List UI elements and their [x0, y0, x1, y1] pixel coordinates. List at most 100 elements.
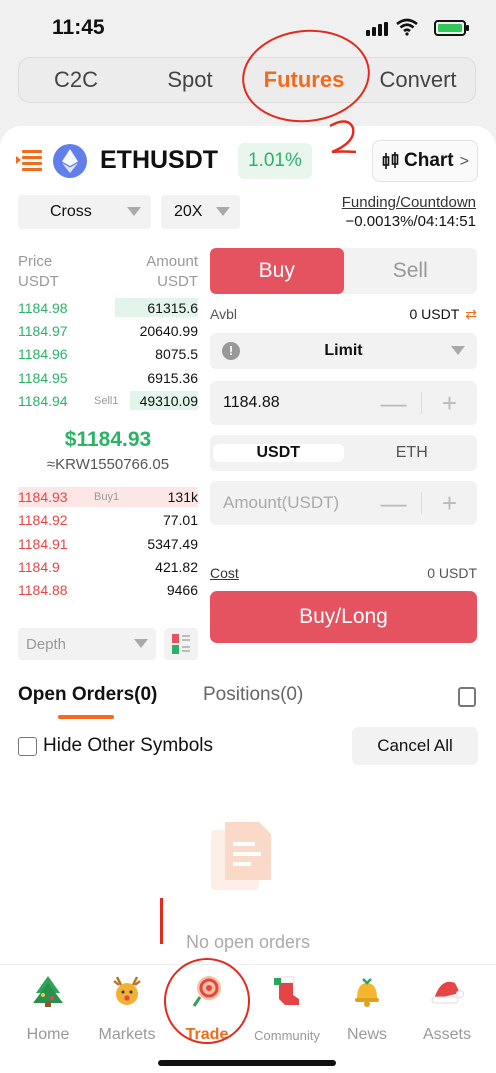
- nav-community[interactable]: Community: [247, 973, 327, 1043]
- amount-input[interactable]: Amount(USDT) — +: [210, 481, 477, 525]
- news-bell-icon: [355, 978, 379, 1007]
- signal-icon: [366, 22, 388, 36]
- buy-amount: 9466: [166, 582, 198, 599]
- cost-label[interactable]: Cost: [210, 565, 239, 581]
- transfer-icon[interactable]: ⇄: [465, 306, 477, 322]
- bottom-nav: Home Markets Trade Community News Assets: [0, 964, 496, 1073]
- funding-value: −0.0013%/04:14:51: [345, 213, 476, 230]
- buy-price: 1184.92: [18, 512, 68, 529]
- tab-open-orders[interactable]: Open Orders(0): [18, 684, 157, 706]
- leverage-value: 20X: [174, 203, 203, 220]
- nav-home[interactable]: Home: [8, 973, 88, 1044]
- buy-row[interactable]: 1184.9 421.82: [18, 555, 198, 578]
- annotation-number-2: [329, 120, 357, 154]
- hide-symbols-label[interactable]: Hide Other Symbols: [43, 735, 213, 757]
- buy-row[interactable]: 1184.93 Buy1 131k: [18, 485, 198, 508]
- nav-home-label: Home: [26, 1026, 70, 1043]
- unit-eth[interactable]: ETH: [347, 444, 478, 462]
- buy-price: 1184.88: [18, 582, 68, 599]
- buy-row[interactable]: 1184.91 5347.49: [18, 532, 198, 555]
- buy-amount: 5347.49: [147, 535, 198, 552]
- last-price: $1184.93: [64, 428, 152, 452]
- amount-increment-button[interactable]: +: [422, 488, 477, 519]
- amount-header: Amount USDT: [146, 253, 198, 290]
- buy-price: 1184.93: [18, 489, 68, 506]
- status-time: 11:45: [52, 16, 105, 39]
- price-decrement-button[interactable]: —: [366, 388, 421, 419]
- assets-santa-hat-icon: [431, 981, 464, 1004]
- sell-price: 1184.94: [18, 392, 68, 409]
- pair-symbol[interactable]: ETHUSDT: [100, 146, 218, 175]
- chart-button[interactable]: Chart >: [372, 140, 478, 182]
- sell-price: 1184.96: [18, 346, 68, 363]
- buy-amount: 131k: [167, 489, 198, 506]
- nav-markets[interactable]: Markets: [87, 973, 167, 1044]
- annotation-number-1: [160, 898, 163, 944]
- cost-value: 0 USDT: [427, 565, 477, 581]
- amount-decrement-button[interactable]: —: [366, 488, 421, 519]
- tab-convert[interactable]: Convert: [361, 58, 475, 102]
- info-icon[interactable]: !: [222, 342, 240, 360]
- last-price-block: $1184.93 ≈KRW1550766.05: [18, 412, 198, 485]
- menu-expand-icon[interactable]: [16, 148, 42, 172]
- amount-placeholder: Amount(USDT): [223, 493, 340, 512]
- buy-price: 1184.9: [18, 559, 60, 576]
- markets-reindeer-icon: [113, 976, 141, 1005]
- price-increment-button[interactable]: +: [422, 388, 477, 419]
- sell-price: 1184.95: [18, 369, 68, 386]
- hide-symbols-row: Hide Other Symbols Cancel All: [18, 727, 478, 767]
- sell-row[interactable]: 1184.97 20640.99: [18, 319, 198, 342]
- buy-row[interactable]: 1184.88 9466: [18, 579, 198, 602]
- battery-icon: [434, 20, 469, 36]
- tab-spot[interactable]: Spot: [133, 58, 247, 102]
- nav-community-label: Community: [254, 1028, 320, 1043]
- price-header: Price USDT: [18, 253, 59, 290]
- nav-news[interactable]: News: [327, 973, 407, 1044]
- price-change-badge: 1.01%: [238, 143, 312, 179]
- sell-level-tag: Sell1: [94, 394, 119, 407]
- cancel-all-button[interactable]: Cancel All: [352, 727, 478, 765]
- buy-tab[interactable]: Buy: [210, 248, 344, 294]
- buy-row[interactable]: 1184.92 77.01: [18, 509, 198, 532]
- ethereum-icon: [53, 144, 87, 178]
- sell-amount: 20640.99: [139, 322, 198, 339]
- sell-tab[interactable]: Sell: [344, 248, 478, 294]
- caret-down-icon: [127, 207, 141, 216]
- caret-down-icon: [216, 207, 230, 216]
- nav-assets-label: Assets: [422, 1026, 471, 1043]
- book-layout-icon[interactable]: [164, 628, 198, 660]
- candlestick-icon: [382, 152, 399, 169]
- sell-price: 1184.98: [18, 299, 68, 316]
- funding-countdown[interactable]: Funding/Countdown −0.0013%/04:14:51: [342, 194, 476, 230]
- tab-positions[interactable]: Positions(0): [203, 684, 303, 706]
- nav-news-label: News: [346, 1026, 387, 1043]
- annotation-circle-trade: [164, 958, 250, 1044]
- nav-assets[interactable]: Assets: [407, 973, 487, 1044]
- sell-row[interactable]: 1184.94 Sell1 49310.09: [18, 389, 198, 412]
- order-history-icon[interactable]: [458, 687, 476, 707]
- pair-header: ETHUSDT 1.01% Chart >: [16, 140, 478, 182]
- buy-long-button[interactable]: Buy/Long: [210, 591, 477, 643]
- unit-toggle: USDT ETH: [210, 435, 477, 471]
- sell-row[interactable]: 1184.98 61315.6: [18, 296, 198, 319]
- order-type-select[interactable]: ! Limit: [210, 333, 477, 369]
- leverage-select[interactable]: 20X: [161, 195, 240, 229]
- tab-c2c[interactable]: C2C: [19, 58, 133, 102]
- depth-select[interactable]: Depth: [18, 628, 156, 660]
- sell-row[interactable]: 1184.95 6915.36: [18, 366, 198, 389]
- sell-row[interactable]: 1184.96 8075.5: [18, 343, 198, 366]
- order-book: Price USDT Amount USDT 1184.98 61315.6 118…: [18, 252, 198, 602]
- unit-usdt[interactable]: USDT: [213, 444, 344, 462]
- margin-mode-select[interactable]: Cross: [18, 195, 151, 229]
- caret-down-icon: [451, 346, 465, 355]
- avbl-value: 0 USDT: [409, 306, 460, 322]
- sell-amount: 49310.09: [139, 392, 198, 409]
- sell-amount: 6915.36: [147, 369, 198, 386]
- depth-label: Depth: [26, 636, 67, 653]
- orders-tab-bar: Open Orders(0) Positions(0): [18, 684, 478, 720]
- sell-price: 1184.97: [18, 322, 68, 339]
- price-input[interactable]: 1184.88 — +: [210, 381, 477, 425]
- buy-price: 1184.91: [18, 535, 68, 552]
- sell-amount: 61315.6: [147, 299, 198, 316]
- hide-symbols-checkbox[interactable]: [18, 737, 37, 756]
